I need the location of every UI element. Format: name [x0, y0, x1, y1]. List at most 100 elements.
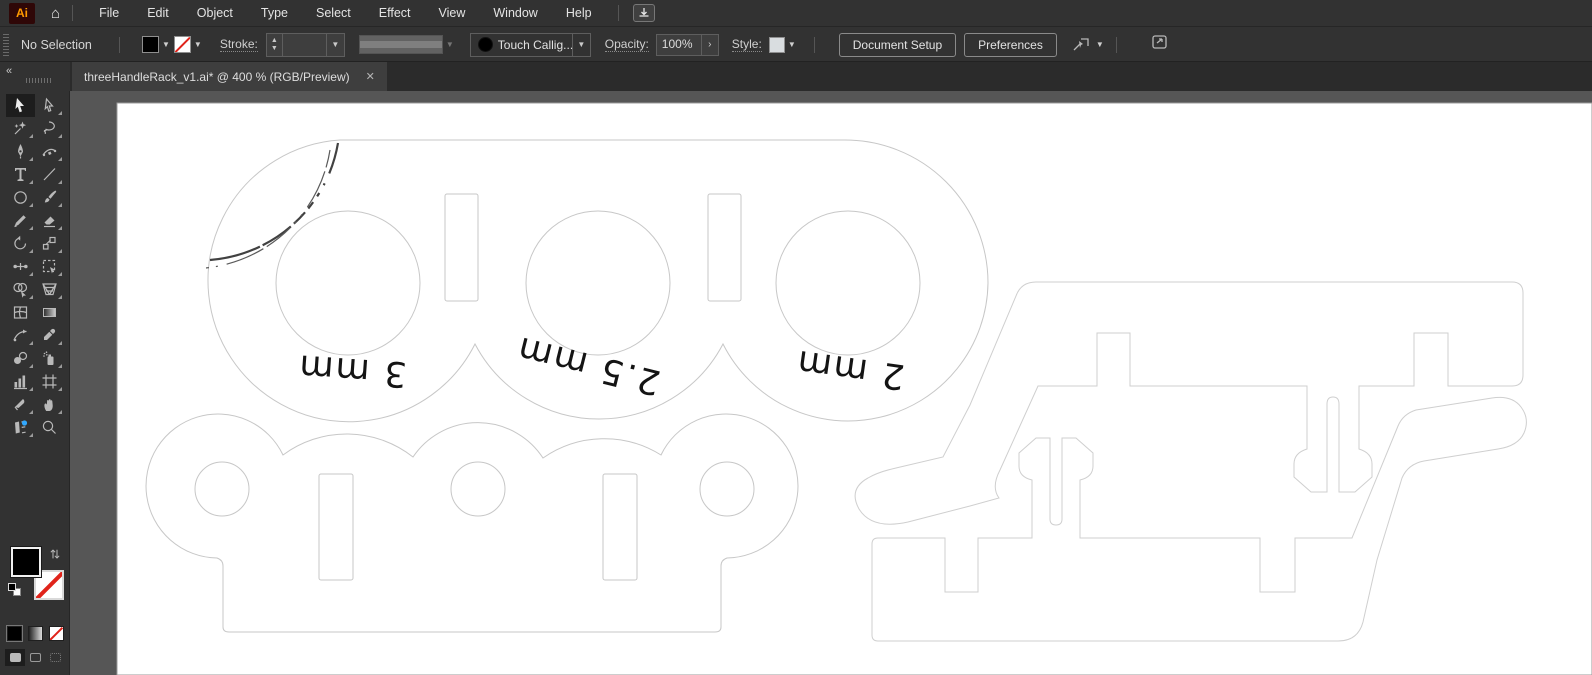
- isolate-selection-icon[interactable]: ▼: [1071, 36, 1108, 54]
- width-profile-dropdown: ▼: [358, 35, 458, 54]
- collapse-panels-icon[interactable]: «: [6, 65, 12, 77]
- tool-perspective-grid[interactable]: [35, 278, 64, 301]
- divider: [617, 5, 619, 21]
- tool-slice[interactable]: [6, 393, 35, 416]
- draw-normal-button[interactable]: [5, 649, 25, 666]
- stroke-label[interactable]: Stroke:: [219, 37, 258, 52]
- graphic-style-swatch[interactable]: [768, 36, 785, 53]
- toolbar-header: «: [0, 62, 70, 91]
- canvas-area[interactable]: 3 mm 2.5 mm 2 mm: [70, 91, 1592, 675]
- share-document-icon[interactable]: [632, 4, 655, 22]
- document-tab[interactable]: threeHandleRack_v1.ai* @ 400 % (RGB/Prev…: [72, 62, 387, 91]
- divider: [813, 36, 815, 53]
- arrange-documents-icon[interactable]: [1151, 34, 1169, 55]
- tool-lasso[interactable]: [35, 117, 64, 140]
- color-button[interactable]: [5, 625, 23, 642]
- tool-free-transform[interactable]: [35, 255, 64, 278]
- opacity-options-button[interactable]: ›: [701, 33, 719, 56]
- brush-preview-icon: [478, 38, 492, 51]
- menu-item-view[interactable]: View: [425, 6, 480, 20]
- divider: [119, 36, 120, 53]
- menu-item-help[interactable]: Help: [552, 6, 606, 20]
- tool-mesh[interactable]: [6, 301, 35, 324]
- tool-scale[interactable]: [35, 232, 64, 255]
- fill-stroke-control: ⇄: [0, 543, 70, 623]
- stroke-weight-dropdown[interactable]: ▼: [325, 33, 344, 56]
- brush-definition-dropdown[interactable]: Touch Callig... ▼: [469, 32, 591, 57]
- control-bar: No Selection ▼ ▼ Stroke: ▲ ▼ ▼ ▼ Touch Ca…: [0, 28, 1592, 62]
- opacity-input[interactable]: 100%: [655, 33, 702, 56]
- stroke-weight-input[interactable]: [281, 33, 326, 56]
- menu-item-edit[interactable]: Edit: [133, 6, 183, 20]
- menu-items: File Edit Object Type Select Effect View Window…: [85, 6, 606, 20]
- tool-shape-builder[interactable]: [6, 278, 35, 301]
- tool-type[interactable]: [6, 163, 35, 186]
- chevron-down-icon[interactable]: ▼: [1096, 40, 1104, 49]
- menu-item-file[interactable]: File: [85, 6, 133, 20]
- swap-fill-stroke-icon[interactable]: ⇄: [48, 549, 62, 559]
- tool-curvature[interactable]: [35, 140, 64, 163]
- illustrator-window: Ai ⌂ File Edit Object Type Select Effect View W…: [0, 0, 1592, 675]
- tool-eyedropper[interactable]: [35, 324, 64, 347]
- illustrator-logo-icon[interactable]: Ai: [9, 2, 35, 24]
- menu-item-select[interactable]: Select: [302, 6, 365, 20]
- preferences-button[interactable]: Preferences: [964, 32, 1057, 57]
- tool-hand[interactable]: [35, 393, 64, 416]
- tool-artboard[interactable]: [35, 370, 64, 393]
- menu-bar: Ai ⌂ File Edit Object Type Select Effect View W…: [0, 0, 1592, 27]
- tool-edit-toolbar[interactable]: [6, 416, 35, 439]
- drawing-modes-row: [0, 649, 70, 666]
- tool-ellipse[interactable]: [6, 186, 35, 209]
- tool-symbol-sprayer[interactable]: [35, 347, 64, 370]
- chevron-down-icon[interactable]: ▼: [162, 40, 170, 49]
- default-fill-stroke-icon[interactable]: [8, 583, 21, 596]
- document-setup-button[interactable]: Document Setup: [838, 32, 957, 57]
- label-3mm[interactable]: 3 mm: [296, 346, 408, 394]
- close-icon[interactable]: ✕: [366, 70, 375, 83]
- fill-proxy-swatch[interactable]: [10, 546, 42, 578]
- stepper-arrows[interactable]: ▲ ▼: [266, 33, 282, 56]
- home-icon[interactable]: ⌂: [51, 6, 60, 21]
- tool-line-segment[interactable]: [35, 163, 64, 186]
- tool-gradient[interactable]: [35, 301, 64, 324]
- tool-rotate[interactable]: [6, 232, 35, 255]
- document-tab-bar: threeHandleRack_v1.ai* @ 400 % (RGB/Prev…: [70, 62, 1592, 91]
- tool-width[interactable]: [6, 255, 35, 278]
- color-mode-row: [0, 625, 70, 642]
- tool-palette: ⇄ •••: [0, 91, 70, 675]
- style-label: Style:: [731, 37, 762, 52]
- opacity-label[interactable]: Opacity:: [604, 37, 649, 52]
- tool-blend[interactable]: [6, 347, 35, 370]
- tool-eraser[interactable]: [35, 209, 64, 232]
- menu-item-object[interactable]: Object: [183, 6, 247, 20]
- draw-behind-button[interactable]: [25, 649, 45, 666]
- canvas-svg: 3 mm 2.5 mm 2 mm: [116, 102, 1592, 675]
- none-button[interactable]: [48, 626, 64, 641]
- chevron-down-icon[interactable]: ▼: [571, 33, 590, 56]
- tools-grid: [0, 91, 69, 439]
- menu-item-effect[interactable]: Effect: [365, 6, 425, 20]
- tool-zoom[interactable]: [35, 416, 64, 439]
- gradient-button[interactable]: [27, 626, 43, 641]
- fill-color-swatch[interactable]: [142, 36, 159, 53]
- tool-column-graph[interactable]: [6, 370, 35, 393]
- menu-item-type[interactable]: Type: [247, 6, 302, 20]
- document-tab-title: threeHandleRack_v1.ai* @ 400 % (RGB/Prev…: [84, 69, 350, 84]
- tool-selection[interactable]: [5, 94, 35, 117]
- selection-status: No Selection: [21, 37, 92, 52]
- tool-direct-selection[interactable]: [35, 94, 64, 117]
- panel-grip-handle[interactable]: [3, 33, 9, 56]
- tool-paintbrush[interactable]: [35, 186, 64, 209]
- tool-smooth[interactable]: [6, 324, 35, 347]
- divider: [72, 5, 74, 21]
- stroke-weight-stepper[interactable]: ▲ ▼ ▼: [265, 32, 345, 57]
- tool-pen[interactable]: [6, 140, 35, 163]
- draw-inside-button[interactable]: [45, 649, 65, 666]
- stroke-color-swatch[interactable]: [173, 36, 191, 53]
- tool-magic-wand[interactable]: [6, 117, 35, 140]
- tool-shaper[interactable]: [6, 209, 35, 232]
- menu-item-window[interactable]: Window: [479, 6, 551, 20]
- toolbar-grip-handle[interactable]: [26, 78, 52, 83]
- chevron-down-icon[interactable]: ▼: [194, 40, 202, 49]
- chevron-down-icon[interactable]: ▼: [788, 40, 796, 49]
